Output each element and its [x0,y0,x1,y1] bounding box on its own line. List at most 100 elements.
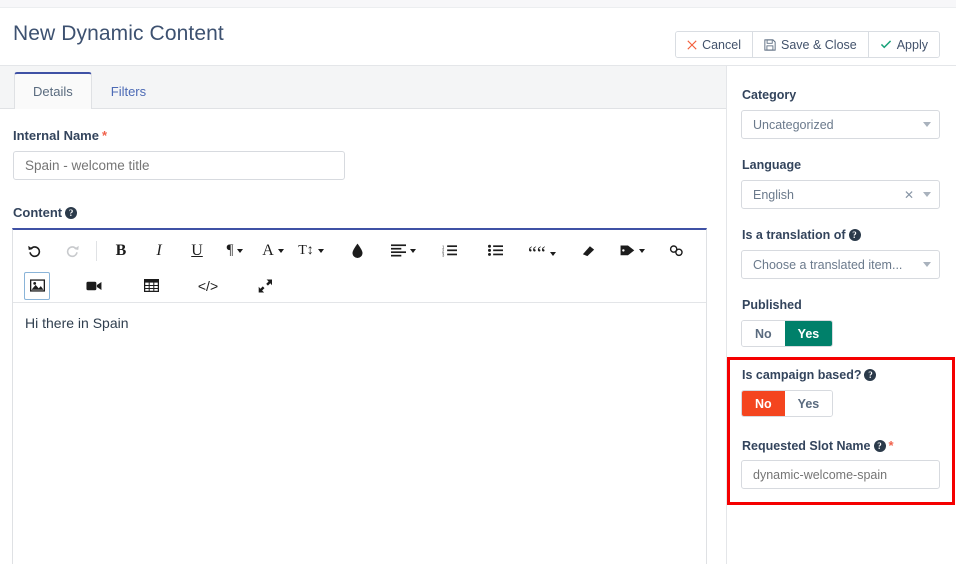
content-help-icon[interactable]: ? [65,207,77,219]
content-editor: B I U ¶ A [12,228,707,564]
blockquote-icon[interactable]: ““ [528,237,556,265]
campaign-based-help-icon[interactable]: ? [864,369,876,381]
save-and-close-button-label: Save & Close [781,38,857,52]
clear-formatting-icon[interactable] [576,237,602,265]
internal-name-label: Internal Name * [13,128,107,143]
close-x-icon [687,40,697,50]
insert-image-icon[interactable] [24,272,50,300]
cancel-button-label: Cancel [702,38,741,52]
unordered-list-icon[interactable] [482,237,508,265]
campaign-based-label-text: Is campaign based? [742,368,861,382]
insert-link-icon[interactable] [664,237,690,265]
content-editor-body[interactable]: Hi there in Spain [13,303,706,564]
translation-select-value: Choose a translated item... [753,258,923,272]
paragraph-glyph: ¶ [227,242,234,259]
save-and-close-button[interactable]: Save & Close [753,32,869,57]
language-label: Language [742,158,801,172]
paragraph-format-icon[interactable]: ¶ [222,237,248,265]
font-family-icon[interactable]: A [260,237,286,265]
code-view-glyph: </> [198,278,218,294]
internal-name-input[interactable] [13,151,345,180]
details-panel: Internal Name * Content ? B [0,109,726,564]
chevron-down-icon [923,262,931,267]
tab-details[interactable]: Details [14,72,92,109]
italic-glyph: I [156,242,161,260]
svg-text:3: 3 [442,253,445,257]
content-editor-text: Hi there in Spain [25,315,694,331]
chevron-down-icon [639,249,645,253]
font-size-glyph: T↕ [298,243,314,259]
page-title: New Dynamic Content [13,22,224,46]
font-family-glyph: A [262,242,274,260]
requested-slot-name-help-icon[interactable]: ? [874,440,886,452]
app-root: New Dynamic Content Cancel Save & Close [0,0,956,564]
published-toggle-yes[interactable]: Yes [785,321,833,346]
content-label-text: Content [13,205,62,220]
toolbar-separator [96,241,97,261]
chevron-down-icon [923,122,931,127]
text-align-icon[interactable] [390,237,416,265]
translation-label: Is a translation of ? [742,228,861,242]
text-color-icon[interactable] [344,237,370,265]
chevron-down-icon [318,249,324,253]
language-label-text: Language [742,158,801,172]
campaign-based-toggle-yes[interactable]: Yes [785,391,833,416]
apply-button[interactable]: Apply [869,32,939,57]
campaign-based-toggle: No Yes [741,390,833,417]
undo-icon[interactable] [21,237,47,265]
insert-table-icon[interactable] [138,272,164,300]
requested-slot-name-input[interactable] [741,460,940,489]
internal-name-required-marker: * [102,128,107,143]
tab-strip: Details Filters [0,66,726,109]
translation-select[interactable]: Choose a translated item... [741,250,940,279]
editor-toolbar-row-1: B I U ¶ A [15,233,704,268]
cancel-button[interactable]: Cancel [676,32,753,57]
requested-slot-name-required-marker: * [889,438,894,453]
requested-slot-name-label-text: Requested Slot Name [742,439,871,453]
apply-button-label: Apply [897,38,928,52]
translation-help-icon[interactable]: ? [849,229,861,241]
checkmark-icon [880,40,892,50]
editor-toolbar: B I U ¶ A [13,230,706,303]
fullscreen-icon[interactable] [252,272,278,300]
settings-sidebar: Category Uncategorized Language English … [727,66,956,564]
published-label: Published [742,298,802,312]
category-label: Category [742,88,796,102]
underline-icon[interactable]: U [184,237,210,265]
bold-icon[interactable]: B [108,237,134,265]
translation-label-text: Is a translation of [742,228,846,242]
campaign-based-toggle-no[interactable]: No [742,391,785,416]
tab-details-label: Details [33,84,73,99]
campaign-based-label: Is campaign based? ? [742,368,876,382]
clear-language-icon[interactable]: ✕ [904,188,914,202]
header-action-buttons: Cancel Save & Close Apply [675,31,940,58]
top-strip [0,0,956,8]
chevron-down-icon [410,249,416,253]
published-label-text: Published [742,298,802,312]
chevron-down-icon [278,249,284,253]
internal-name-label-text: Internal Name [13,128,99,143]
language-select[interactable]: English ✕ [741,180,940,209]
chevron-down-icon [237,249,243,253]
ordered-list-icon[interactable]: 123 [436,237,462,265]
chevron-down-icon [550,252,556,256]
code-view-icon[interactable]: </> [195,272,221,300]
tab-filters[interactable]: Filters [92,73,165,109]
published-toggle: No Yes [741,320,833,347]
tag-icon[interactable] [620,237,646,265]
italic-icon[interactable]: I [146,237,172,265]
editor-toolbar-row-2: </> [15,268,704,303]
tab-list: Details Filters [14,73,165,110]
language-select-value: English [753,188,904,202]
underline-glyph: U [191,242,203,260]
redo-icon[interactable] [59,237,85,265]
bold-glyph: B [116,242,127,260]
published-toggle-no[interactable]: No [742,321,785,346]
tab-filters-label: Filters [111,84,146,99]
category-select[interactable]: Uncategorized [741,110,940,139]
insert-video-icon[interactable] [81,272,107,300]
floppy-disk-icon [764,39,776,51]
requested-slot-name-label: Requested Slot Name ? * [742,438,894,453]
content-label: Content ? [13,205,77,220]
font-size-icon[interactable]: T↕ [298,237,324,265]
